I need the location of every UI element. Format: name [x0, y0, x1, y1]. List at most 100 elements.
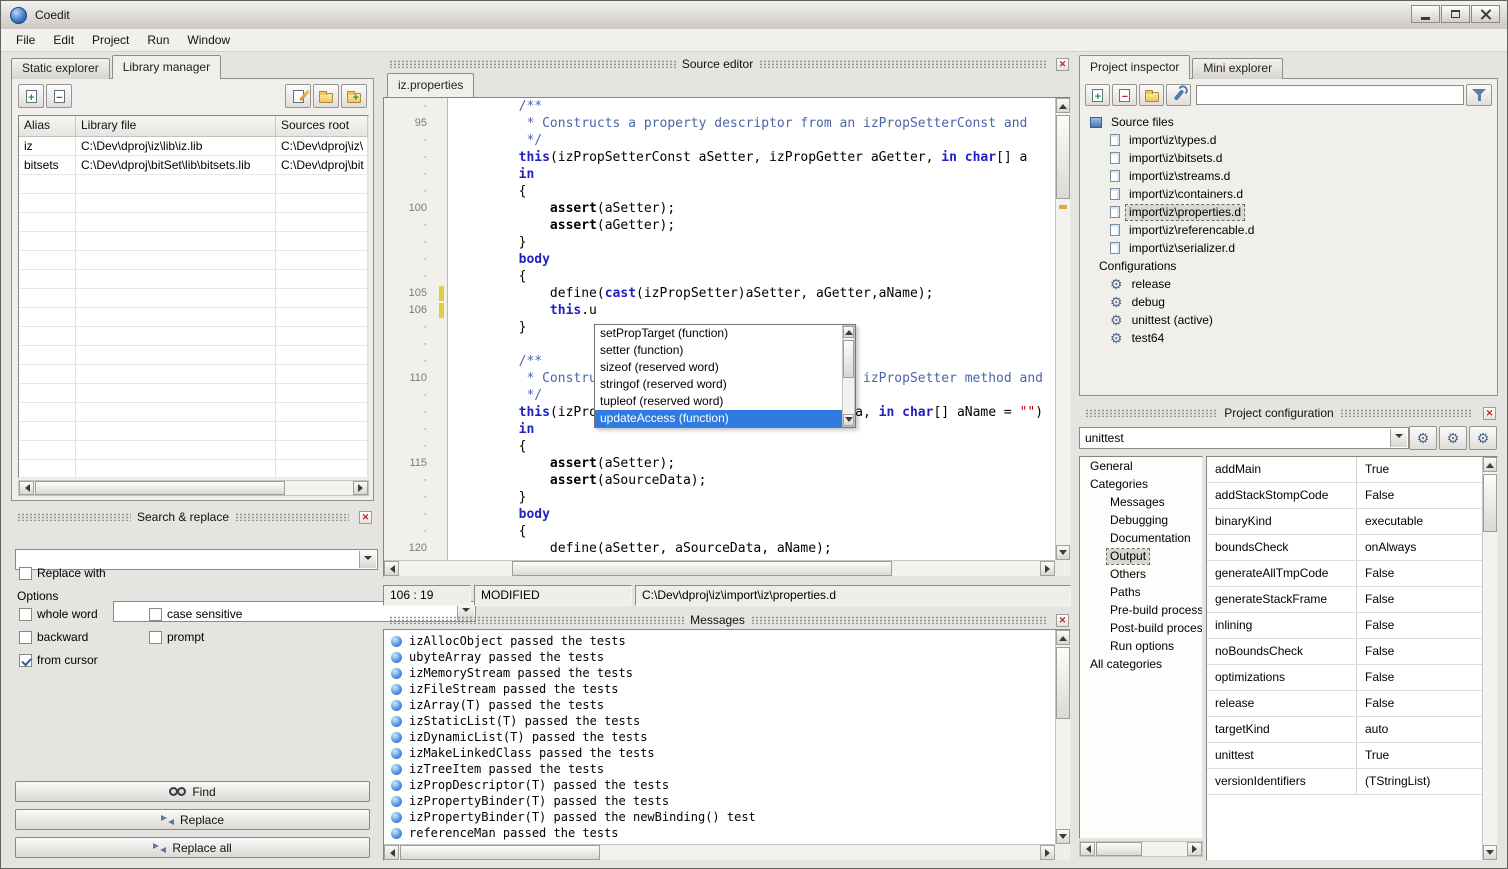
column-header-alias[interactable]: Alias: [19, 116, 76, 136]
category-messages[interactable]: Messages: [1080, 493, 1202, 511]
close-panel-button[interactable]: ✕: [359, 511, 372, 524]
category-all-categories[interactable]: All categories: [1080, 655, 1202, 673]
maximize-button[interactable]: [1441, 5, 1470, 23]
message-item[interactable]: izPropertyBinder(T) passed the newBindin…: [385, 809, 1054, 825]
minimize-button[interactable]: [1411, 5, 1440, 23]
column-header-library-file[interactable]: Library file: [76, 116, 276, 136]
tree-item-import-iz-serializer-d[interactable]: import\iz\serializer.d: [1084, 239, 1493, 257]
scroll-up-button[interactable]: [1483, 457, 1497, 472]
scroll-down-button[interactable]: [1483, 845, 1497, 860]
scrollbar-thumb[interactable]: [843, 340, 854, 378]
checkbox-backward[interactable]: backward: [19, 630, 149, 644]
tree-item-unittest-active[interactable]: ⚙unittest (active): [1084, 311, 1493, 329]
completion-item-sizeof-reserved-word[interactable]: sizeof (reserved word): [595, 359, 842, 376]
property-row-release[interactable]: releaseFalse: [1207, 691, 1482, 717]
close-button[interactable]: [1471, 5, 1500, 23]
checkbox-whole-word[interactable]: whole word: [19, 607, 149, 621]
scrollbar-thumb[interactable]: [1483, 474, 1497, 532]
remove-source-button[interactable]: −: [1112, 84, 1137, 106]
category-post-build-process[interactable]: Post-build process: [1080, 619, 1202, 637]
tree-item-configurations[interactable]: Configurations: [1084, 257, 1493, 275]
tree-item-test64[interactable]: ⚙test64: [1084, 329, 1493, 347]
category-documentation[interactable]: Documentation: [1080, 529, 1202, 547]
close-panel-button[interactable]: ✕: [1056, 58, 1069, 71]
filter-button[interactable]: [1466, 84, 1492, 106]
close-panel-button[interactable]: ✕: [1056, 614, 1069, 627]
add-configuration-button[interactable]: ⚙: [1439, 426, 1467, 450]
property-row-versionidentifiers[interactable]: versionIdentifiers(TStringList): [1207, 769, 1482, 795]
category-general[interactable]: General: [1080, 457, 1202, 475]
edit-library-button[interactable]: [285, 84, 311, 108]
property-row-addmain[interactable]: addMainTrue: [1207, 457, 1482, 483]
property-row-targetkind[interactable]: targetKindauto: [1207, 717, 1482, 743]
message-item[interactable]: izStaticList(T) passed the tests: [385, 713, 1054, 729]
tree-item-debug[interactable]: ⚙debug: [1084, 293, 1493, 311]
inspector-filter-input[interactable]: [1196, 85, 1464, 105]
property-row-optimizations[interactable]: optimizationsFalse: [1207, 665, 1482, 691]
scroll-left-button[interactable]: [1080, 842, 1095, 856]
scroll-down-button[interactable]: [1056, 829, 1070, 844]
edit-configurations-button[interactable]: ⚙: [1409, 426, 1437, 450]
completion-scrollbar[interactable]: [842, 325, 855, 427]
category-categories[interactable]: Categories: [1080, 475, 1202, 493]
menu-item-run[interactable]: Run: [138, 30, 178, 51]
scroll-up-button[interactable]: [1056, 98, 1070, 113]
combo-dropdown-button[interactable]: [1390, 429, 1407, 447]
message-item[interactable]: izMemoryStream passed the tests: [385, 665, 1054, 681]
editor-vscrollbar[interactable]: [1055, 98, 1070, 560]
scroll-right-button[interactable]: [1187, 842, 1202, 856]
completion-item-setter-function[interactable]: setter (function): [595, 342, 842, 359]
category-paths[interactable]: Paths: [1080, 583, 1202, 601]
tab-library-manager[interactable]: Library manager: [112, 55, 221, 79]
categories-hscrollbar[interactable]: [1079, 841, 1203, 857]
scroll-right-button[interactable]: [1040, 845, 1055, 860]
scrollbar-thumb[interactable]: [400, 845, 600, 860]
add-library-button[interactable]: +: [18, 84, 44, 108]
message-item[interactable]: referenceMan passed the tests: [385, 825, 1054, 841]
menu-item-file[interactable]: File: [7, 30, 44, 51]
tab-static-explorer[interactable]: Static explorer: [11, 58, 110, 79]
scrollbar-thumb[interactable]: [35, 481, 285, 495]
property-row-noboundscheck[interactable]: noBoundsCheckFalse: [1207, 639, 1482, 665]
checkbox-case-sensitive[interactable]: case sensitive: [149, 607, 368, 621]
add-library-folder-button[interactable]: +: [341, 84, 367, 108]
menu-item-project[interactable]: Project: [83, 30, 138, 51]
replace-all-button[interactable]: Replace all: [15, 837, 370, 858]
library-table-hscrollbar[interactable]: [18, 480, 369, 496]
menu-item-edit[interactable]: Edit: [44, 30, 83, 51]
add-source-button[interactable]: +: [1085, 84, 1110, 106]
tree-item-release[interactable]: ⚙release: [1084, 275, 1493, 293]
message-item[interactable]: izArray(T) passed the tests: [385, 697, 1054, 713]
find-button[interactable]: Find: [15, 781, 370, 802]
completion-item-stringof-reserved-word[interactable]: stringof (reserved word): [595, 376, 842, 393]
tree-item-import-iz-types-d[interactable]: import\iz\types.d: [1084, 131, 1493, 149]
message-item[interactable]: ubyteArray passed the tests: [385, 649, 1054, 665]
replace-with-checkbox[interactable]: Replace with: [19, 566, 106, 580]
tree-item-import-iz-streams-d[interactable]: import\iz\streams.d: [1084, 167, 1493, 185]
checkbox-from-cursor[interactable]: from cursor: [19, 653, 149, 667]
category-output[interactable]: Output: [1080, 547, 1202, 565]
message-item[interactable]: izFileStream passed the tests: [385, 681, 1054, 697]
tree-item-import-iz-containers-d[interactable]: import\iz\containers.d: [1084, 185, 1493, 203]
close-panel-button[interactable]: ✕: [1483, 407, 1496, 420]
property-row-boundscheck[interactable]: boundsCheckonAlways: [1207, 535, 1482, 561]
scrollbar-thumb[interactable]: [512, 561, 892, 576]
scroll-left-button[interactable]: [384, 561, 399, 576]
open-library-file-button[interactable]: [313, 84, 339, 108]
category-pre-build-process[interactable]: Pre-build process: [1080, 601, 1202, 619]
scroll-right-button[interactable]: [1040, 561, 1055, 576]
table-row[interactable]: izC:\Dev\dproj\iz\lib\iz.libC:\Dev\dproj…: [19, 137, 368, 156]
tree-item-import-iz-properties-d[interactable]: import\iz\properties.d: [1084, 203, 1493, 221]
property-row-unittest[interactable]: unittestTrue: [1207, 743, 1482, 769]
scroll-left-button[interactable]: [384, 845, 399, 860]
remove-library-button[interactable]: −: [46, 84, 72, 108]
menu-item-window[interactable]: Window: [178, 30, 239, 51]
message-item[interactable]: izAllocObject passed the tests: [385, 633, 1054, 649]
scroll-down-button[interactable]: [1056, 545, 1070, 560]
category-debugging[interactable]: Debugging: [1080, 511, 1202, 529]
tree-item-import-iz-referencable-d[interactable]: import\iz\referencable.d: [1084, 221, 1493, 239]
scroll-up-button[interactable]: [843, 326, 854, 338]
scrollbar-thumb[interactable]: [1096, 842, 1142, 856]
tab-mini-explorer[interactable]: Mini explorer: [1192, 58, 1283, 79]
editor-hscrollbar[interactable]: [384, 560, 1055, 576]
